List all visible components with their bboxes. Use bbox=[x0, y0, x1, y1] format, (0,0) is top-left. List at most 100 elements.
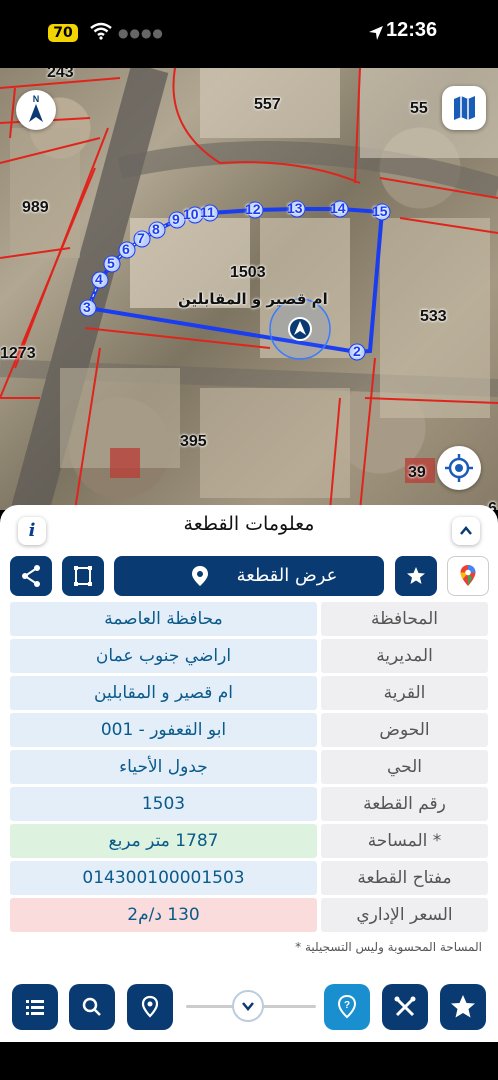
parcel-number-label: رقم القطعة bbox=[321, 787, 488, 821]
list-icon bbox=[26, 1000, 44, 1015]
search-button[interactable] bbox=[69, 984, 115, 1030]
vertex-label: 12 bbox=[245, 201, 261, 217]
area-value: 1787 متر مربع bbox=[10, 824, 317, 858]
chevron-up-icon bbox=[460, 526, 472, 535]
list-button[interactable] bbox=[12, 984, 58, 1030]
vertex-label: 13 bbox=[287, 200, 303, 216]
parcel-number-label: 1503 bbox=[230, 264, 266, 281]
compass-button[interactable]: N bbox=[16, 90, 56, 130]
parcel-number-label: 55 bbox=[410, 100, 428, 117]
locate-me-button[interactable] bbox=[437, 446, 481, 490]
vertex-label: 4 bbox=[95, 271, 103, 287]
vertex-label: 11 bbox=[200, 204, 215, 220]
share-button[interactable] bbox=[10, 556, 52, 596]
favorites-star-icon bbox=[451, 995, 475, 1018]
map-layers-button[interactable] bbox=[442, 86, 486, 130]
locate-icon bbox=[445, 454, 473, 482]
cellular-dots: ●●●● bbox=[118, 26, 164, 40]
svg-text:N: N bbox=[33, 94, 40, 104]
vertex-label: 2 bbox=[353, 343, 361, 359]
wifi-icon bbox=[90, 22, 112, 40]
vertex-label: 15 bbox=[372, 203, 388, 219]
selection-frame-icon bbox=[74, 566, 92, 586]
map-layers-icon bbox=[454, 96, 475, 120]
neighborhood-label: الحي bbox=[321, 750, 488, 784]
share-icon bbox=[22, 565, 40, 587]
vertex-label: 8 bbox=[152, 221, 160, 237]
parcel-number-label: 989 bbox=[22, 199, 49, 216]
info-row-village: ام قصير و المقابلين القرية bbox=[10, 676, 488, 710]
select-area-button[interactable] bbox=[62, 556, 104, 596]
compass-north-icon: N bbox=[29, 94, 43, 122]
vertex-label: 9 bbox=[172, 211, 180, 227]
svg-text:?: ? bbox=[344, 1000, 350, 1011]
info-row-parcel-key: 014300100001503 مفتاح القطعة bbox=[10, 861, 488, 895]
status-bar: 70 ●●●● 12:36 bbox=[0, 0, 498, 68]
star-icon bbox=[407, 567, 425, 584]
info-row-admin-price: 130 د/م2 السعر الإداري bbox=[10, 898, 488, 932]
panel-title: معلومات القطعة bbox=[183, 513, 315, 535]
governorate-value: محافظة العاصمة bbox=[10, 602, 317, 636]
parcel-number-value: 1503 bbox=[10, 787, 317, 821]
search-icon bbox=[82, 997, 101, 1016]
village-label: القرية bbox=[321, 676, 488, 710]
info-row-parcel-number: 1503 رقم القطعة bbox=[10, 787, 488, 821]
tools-icon bbox=[394, 996, 416, 1017]
governorate-label: المحافظة bbox=[321, 602, 488, 636]
place-icon bbox=[141, 995, 159, 1018]
neighborhood-value: جدول الأحياء bbox=[10, 750, 317, 784]
info-row-area: 1787 متر مربع المساحة * bbox=[10, 824, 488, 858]
vertex-label: 6 bbox=[122, 241, 130, 257]
bottom-navigation: ? bbox=[0, 972, 498, 1042]
vertex-label: 7 bbox=[137, 230, 145, 246]
parcel-key-value: 014300100001503 bbox=[10, 861, 317, 895]
village-value: ام قصير و المقابلين bbox=[10, 676, 317, 710]
basin-value: ابو القعفور - 001 bbox=[10, 713, 317, 747]
vertex-label: 14 bbox=[330, 200, 346, 216]
info-row-directorate: اراضي جنوب عمان المديرية bbox=[10, 639, 488, 673]
info-row-governorate: محافظة العاصمة المحافظة bbox=[10, 602, 488, 636]
info-row-neighborhood: جدول الأحياء الحي bbox=[10, 750, 488, 784]
vertex-label: 10 bbox=[183, 206, 199, 222]
info-row-basin: ابو القعفور - 001 الحوض bbox=[10, 713, 488, 747]
favorites-button[interactable] bbox=[440, 984, 486, 1030]
view-parcel-label: عرض القطعة bbox=[236, 565, 338, 586]
home-indicator-area bbox=[0, 1042, 498, 1080]
favorite-button[interactable] bbox=[395, 556, 437, 596]
help-button[interactable]: ? bbox=[324, 984, 370, 1030]
parcel-number-label: 557 bbox=[254, 96, 281, 113]
parcel-number-label: 39 bbox=[408, 464, 426, 481]
tools-button[interactable] bbox=[382, 984, 428, 1030]
open-in-google-maps-button[interactable] bbox=[447, 556, 489, 596]
vertex-label: 3 bbox=[83, 299, 91, 315]
area-label: المساحة * bbox=[321, 824, 488, 858]
parcel-number-label: 1273 bbox=[0, 345, 36, 362]
parcel-number-label: 243 bbox=[47, 68, 74, 81]
parcel-info-panel: i معلومات القطعة عرض القطعة محافظة العاص… bbox=[0, 505, 498, 975]
battery-indicator: 70 bbox=[48, 24, 78, 42]
view-parcel-button[interactable]: عرض القطعة bbox=[114, 556, 384, 596]
info-button[interactable]: i bbox=[18, 517, 46, 545]
parcel-number-label: 533 bbox=[420, 308, 447, 325]
parcel-number-label: 395 bbox=[180, 433, 207, 450]
directorate-value: اراضي جنوب عمان bbox=[10, 639, 317, 673]
area-footnote: * المساحة المحسوبة وليس التسجيلية bbox=[295, 940, 482, 954]
google-maps-icon bbox=[460, 565, 476, 586]
parcel-key-label: مفتاح القطعة bbox=[321, 861, 488, 895]
selected-parcel-name: ام قصير و المقابلين bbox=[178, 290, 328, 308]
admin-price-value: 130 د/م2 bbox=[10, 898, 317, 932]
admin-price-label: السعر الإداري bbox=[321, 898, 488, 932]
panel-toggle-knob[interactable] bbox=[232, 990, 264, 1022]
help-pin-icon: ? bbox=[337, 994, 357, 1019]
clock: 12:36 bbox=[386, 19, 438, 41]
map-overlay bbox=[0, 68, 498, 510]
satellite-map[interactable]: 243 557 55 989 1273 1503 533 395 39 6 ام… bbox=[0, 68, 498, 510]
place-button[interactable] bbox=[127, 984, 173, 1030]
basin-label: الحوض bbox=[321, 713, 488, 747]
collapse-panel-button[interactable] bbox=[452, 517, 480, 545]
chevron-down-icon bbox=[242, 1002, 254, 1011]
map-pin-icon bbox=[192, 566, 208, 586]
location-arrow-icon bbox=[369, 26, 383, 40]
vertex-label: 5 bbox=[107, 255, 115, 271]
directorate-label: المديرية bbox=[321, 639, 488, 673]
